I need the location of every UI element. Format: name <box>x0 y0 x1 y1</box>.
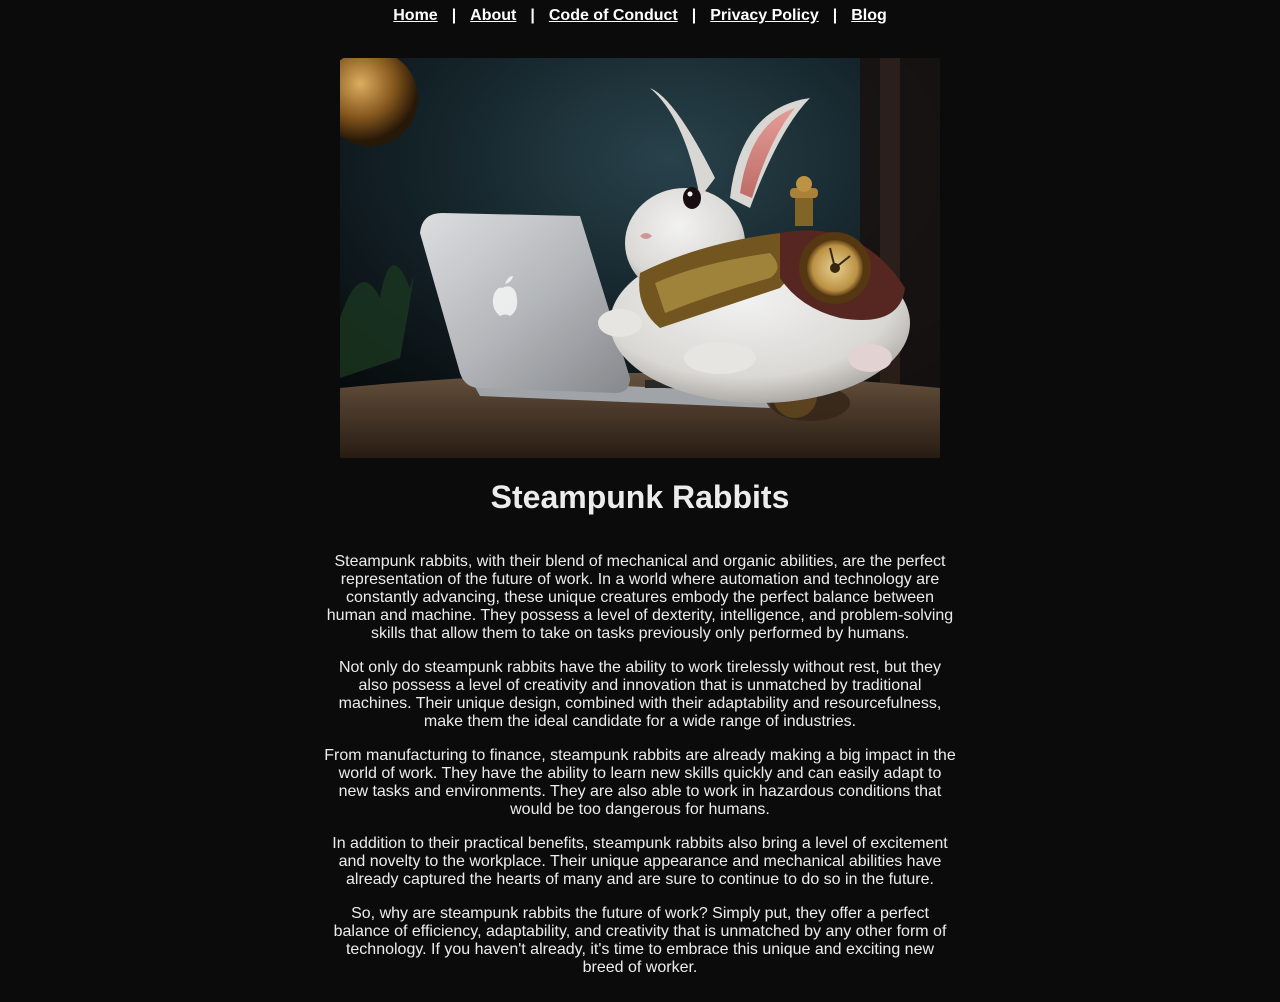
nav-separator: | <box>691 7 697 24</box>
article-body: Steampunk rabbits, with their blend of m… <box>320 553 960 993</box>
article-paragraph: So, why are steampunk rabbits the future… <box>333 905 947 976</box>
nav-link-home[interactable]: Home <box>393 7 437 24</box>
nav-separator: | <box>530 7 535 24</box>
nav-link-code-of-conduct[interactable]: Code of Conduct <box>549 7 678 24</box>
nav-link-blog[interactable]: Blog <box>851 7 887 24</box>
nav-separator: | <box>451 7 457 24</box>
article-paragraph: In addition to their practical benefits,… <box>332 835 948 888</box>
top-nav: Home | About | Code of Conduct | Privacy Polic… <box>0 6 1280 26</box>
steampunk-rabbit-laptop-image <box>340 58 940 458</box>
page-title: Steampunk Rabbits <box>490 479 790 515</box>
nav-link-about[interactable]: About <box>470 7 516 24</box>
nav-separator: | <box>832 7 838 24</box>
article-paragraph: Not only do steampunk rabbits have the a… <box>338 659 942 730</box>
article-paragraph: From manufacturing to finance, steampunk… <box>324 747 956 818</box>
nav-link-privacy-policy[interactable]: Privacy Policy <box>710 7 819 24</box>
article-paragraph: Steampunk rabbits, with their blend of m… <box>326 553 954 642</box>
hero-image <box>340 58 940 458</box>
